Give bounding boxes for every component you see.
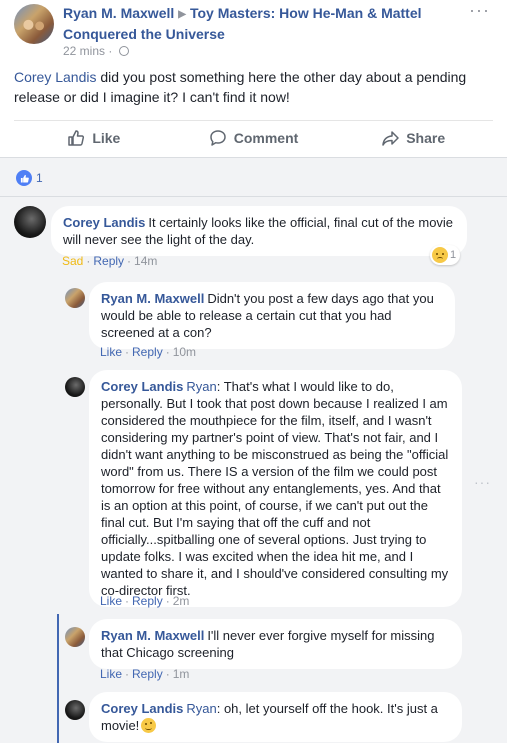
- reply-link[interactable]: Reply: [132, 345, 163, 359]
- comment-options-icon[interactable]: ···: [474, 474, 491, 490]
- comments-section: 1 Corey Landis It certainly looks like th…: [0, 157, 507, 743]
- comment-bubble: Corey Landis It certainly looks like the …: [51, 206, 467, 256]
- reply-mention-link[interactable]: Ryan: [186, 701, 216, 716]
- share-button[interactable]: Share: [333, 121, 493, 155]
- like-reaction-icon: [16, 170, 32, 186]
- globe-icon: [118, 46, 129, 56]
- post-title-line: Ryan M. Maxwell ▶ Toy Masters: How He-Man …: [63, 4, 483, 44]
- post-author-avatar[interactable]: [14, 4, 54, 44]
- reply-avatar[interactable]: [65, 627, 85, 647]
- comment-time[interactable]: 14m: [134, 254, 157, 268]
- reply-link[interactable]: Reply: [132, 594, 163, 608]
- reactions-summary[interactable]: 1: [16, 170, 43, 186]
- comment-button[interactable]: Comment: [174, 121, 334, 155]
- share-button-label: Share: [406, 130, 446, 146]
- like-link[interactable]: Like: [100, 594, 122, 608]
- comment-meta: Sad · Reply · 14m: [62, 254, 158, 268]
- reply-meta: Like · Reply · 10m: [100, 345, 197, 359]
- reply-avatar[interactable]: [65, 377, 85, 397]
- post-meta: 22 mins ·: [63, 44, 129, 58]
- reply-meta: Like · Reply · 2m: [100, 594, 190, 608]
- reply-mention-link[interactable]: Ryan: [186, 379, 216, 394]
- post-text: Corey Landis did you post something here…: [14, 67, 494, 107]
- sad-reaction-label[interactable]: Sad: [62, 254, 83, 268]
- thread-indicator-line: [57, 614, 59, 743]
- reply-avatar[interactable]: [65, 700, 85, 720]
- post-actions-bar: Like Comment Share: [14, 121, 493, 155]
- reply-time[interactable]: 1m: [173, 667, 190, 681]
- smiley-emoji-icon: [141, 718, 157, 733]
- post-timestamp[interactable]: 22 mins: [63, 44, 105, 58]
- comment-author-link[interactable]: Corey Landis: [63, 215, 145, 230]
- like-button-label: Like: [92, 130, 121, 146]
- thumbs-up-icon: [20, 174, 29, 183]
- reply-bubble: Ryan M. Maxwell I'll never ever forgive m…: [89, 619, 462, 669]
- post-header: Ryan M. Maxwell ▶ Toy Masters: How He-Man …: [14, 1, 504, 60]
- reply-time[interactable]: 10m: [173, 345, 196, 359]
- comment-reactions-badge[interactable]: 1: [430, 245, 461, 265]
- post-options-menu-icon[interactable]: ···: [469, 1, 490, 19]
- arrow-right-icon: ▶: [178, 9, 186, 20]
- reply-link[interactable]: Reply: [93, 254, 124, 268]
- commenter-avatar[interactable]: [14, 206, 46, 238]
- reply-meta: Like · Reply · 1m: [100, 667, 190, 681]
- sad-face-icon: [432, 247, 448, 263]
- like-link[interactable]: Like: [100, 667, 122, 681]
- reply-bubble: Corey Landis Ryan: oh, let yourself off t…: [89, 692, 462, 742]
- reply-time[interactable]: 2m: [173, 594, 190, 608]
- reply-author-link[interactable]: Corey Landis: [101, 701, 183, 716]
- post-author-link[interactable]: Ryan M. Maxwell: [63, 5, 174, 21]
- reply-bubble: Ryan M. Maxwell Didn't you post a few day…: [89, 282, 455, 349]
- reply-author-link[interactable]: Corey Landis: [101, 379, 183, 394]
- reply-link[interactable]: Reply: [132, 667, 163, 681]
- reply-author-link[interactable]: Ryan M. Maxwell: [101, 628, 204, 643]
- reply-text: : That's what I would like to do, person…: [101, 379, 449, 598]
- like-link[interactable]: Like: [100, 345, 122, 359]
- like-button[interactable]: Like: [14, 121, 174, 155]
- speech-bubble-icon: [209, 130, 226, 146]
- share-arrow-icon: [382, 131, 399, 146]
- comment-button-label: Comment: [233, 130, 299, 146]
- reaction-count: 1: [450, 249, 457, 261]
- reply-bubble: Corey Landis Ryan: That's what I would li…: [89, 370, 462, 607]
- thumbs-up-icon: [68, 130, 85, 146]
- reply-author-link[interactable]: Ryan M. Maxwell: [101, 291, 204, 306]
- like-count: 1: [36, 171, 43, 185]
- reply-avatar[interactable]: [65, 288, 85, 308]
- post-mention-link[interactable]: Corey Landis: [14, 69, 97, 85]
- divider: [0, 196, 507, 197]
